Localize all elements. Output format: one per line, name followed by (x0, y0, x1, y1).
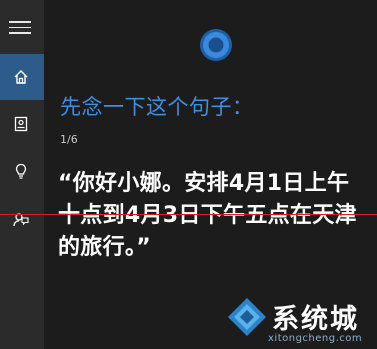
home-icon (14, 70, 28, 84)
hamburger-menu-icon[interactable] (9, 21, 31, 37)
notebook-icon (14, 116, 28, 132)
cortana-circle-icon[interactable] (198, 27, 234, 63)
watermark-logo-icon (228, 298, 266, 336)
sidebar (0, 0, 44, 349)
cortana-window: 先念一下这个句子： 1/6 “你好小娜。安排4月1日上午十点到4月3日下午五点在… (0, 0, 377, 349)
feedback-icon (13, 213, 29, 227)
training-sentence: “你好小娜。安排4月1日上午十点到4月3日下午五点在天津的旅行。” (58, 171, 357, 260)
sidebar-item-home[interactable] (0, 54, 44, 100)
sidebar-item-reminders[interactable] (0, 148, 44, 194)
watermark-domain: xitongcheng.com (268, 333, 363, 344)
watermark-brand: 系统城 (272, 304, 359, 335)
red-divider-line (0, 214, 377, 215)
lightbulb-icon (15, 163, 27, 179)
sidebar-item-feedback[interactable] (0, 196, 44, 242)
site-watermark: 系统城 xitongcheng.com (222, 296, 377, 349)
prompt-title: 先念一下这个句子： (60, 95, 254, 119)
sidebar-item-notebook[interactable] (0, 101, 44, 147)
sentence-counter: 1/6 (60, 133, 78, 146)
